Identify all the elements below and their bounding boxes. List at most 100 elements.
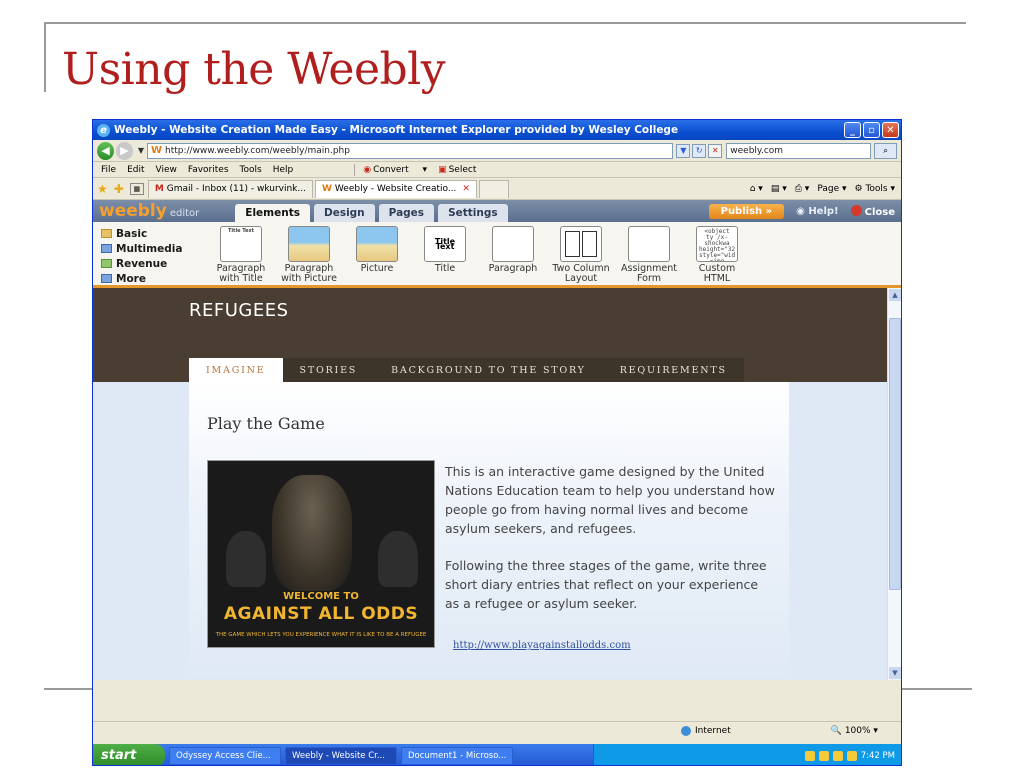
start-button[interactable]: start xyxy=(93,744,165,765)
close-circle-icon xyxy=(850,204,862,216)
category-basic[interactable]: Basic xyxy=(101,226,211,241)
element-two-column-layout[interactable]: Two Column Layout xyxy=(551,226,611,285)
game-link[interactable]: http://www.playagainstallodds.com xyxy=(453,640,631,651)
menu-file[interactable]: File xyxy=(101,165,116,175)
forward-button[interactable]: ▶ xyxy=(115,141,133,160)
wolf-illustration xyxy=(378,531,418,587)
taskbar-item-weebly[interactable]: Weebly - Website Cr... xyxy=(285,746,397,765)
menu-edit[interactable]: Edit xyxy=(127,165,144,175)
game-image[interactable]: WELCOME TO AGAINST ALL ODDS THE GAME WHI… xyxy=(207,460,435,648)
maximize-icon[interactable]: ▫ xyxy=(863,122,880,138)
tab-weebly[interactable]: W Weebly - Website Creatio... ✕ xyxy=(314,179,477,198)
close-tab-icon[interactable]: ✕ xyxy=(462,184,470,194)
tab-gmail[interactable]: M Gmail - Inbox (11) - wkurvink... xyxy=(147,179,313,198)
site-title[interactable]: REFUGEES xyxy=(189,300,289,321)
print-icon[interactable]: ⎙ ▾ xyxy=(795,184,810,194)
tools-menu[interactable]: ⚙ Tools ▾ xyxy=(855,184,896,194)
menu-bar: File Edit View Favorites Tools Help ◉ Con… xyxy=(93,162,901,178)
element-picture[interactable]: Picture xyxy=(347,226,407,285)
site-header: REFUGEES IMAGINE STORIES BACKGROUND TO T… xyxy=(93,288,901,382)
search-icon[interactable]: ⌕ xyxy=(874,142,898,159)
element-paragraph-with-title[interactable]: Title Text Paragraph with Title xyxy=(211,226,271,285)
scrollbar-thumb[interactable] xyxy=(889,318,901,590)
site-nav-stories[interactable]: STORIES xyxy=(282,358,375,382)
folder-icon xyxy=(101,274,112,283)
convert-button[interactable]: ◉ Convert ▾ xyxy=(363,165,427,175)
element-assignment-form[interactable]: Assignment Form xyxy=(619,226,679,285)
page-menu[interactable]: Page ▾ xyxy=(817,184,846,194)
slide-title: Using the Weebly xyxy=(62,44,446,95)
taskbar-item-odyssey[interactable]: Odyssey Access Clie... xyxy=(169,746,281,765)
refresh-icon[interactable]: ↻ xyxy=(692,143,707,158)
history-dropdown-icon[interactable]: ▼ xyxy=(138,146,144,155)
element-paragraph-with-picture[interactable]: Paragraph with Picture xyxy=(279,226,339,285)
close-editor-button[interactable]: Close xyxy=(850,204,895,218)
feeds-icon[interactable]: ▤ ▾ xyxy=(771,184,787,194)
element-title[interactable]: Title Text Title xyxy=(415,226,475,285)
browser-window: e Weebly - Website Creation Made Easy - … xyxy=(92,119,902,766)
site-navigation: IMAGINE STORIES BACKGROUND TO THE STORY … xyxy=(189,358,744,382)
scroll-down-icon[interactable]: ▼ xyxy=(889,667,901,679)
tray-icon[interactable] xyxy=(804,750,815,761)
tab-pages[interactable]: Pages xyxy=(378,204,435,222)
category-revenue[interactable]: Revenue xyxy=(101,256,211,271)
tray-icon[interactable] xyxy=(846,750,857,761)
tray-icon[interactable] xyxy=(818,750,829,761)
tab-weebly-label: Weebly - Website Creatio... xyxy=(334,184,457,194)
folder-icon xyxy=(101,259,112,268)
slide-bottom-rule-right xyxy=(900,688,972,690)
instructions-paragraph[interactable]: Following the three stages of the game, … xyxy=(445,556,775,613)
tab-elements[interactable]: Elements xyxy=(235,204,310,222)
site-nav-imagine[interactable]: IMAGINE xyxy=(189,358,283,382)
address-dropdown-icon[interactable]: ▼ xyxy=(676,143,691,158)
menu-tools[interactable]: Tools xyxy=(240,165,262,175)
publish-button[interactable]: Publish » xyxy=(708,203,785,219)
element-custom-html[interactable]: <object ty /x-shockwa height="32 style="… xyxy=(687,226,747,285)
slide-top-rule xyxy=(44,22,966,24)
elements-palette: Basic Multimedia Revenue More Title Text… xyxy=(93,222,901,288)
address-input[interactable]: W http://www.weebly.com/weebly/main.php xyxy=(146,142,674,159)
wolf-illustration xyxy=(226,531,266,587)
site-nav-requirements[interactable]: REQUIREMENTS xyxy=(602,358,744,382)
element-paragraph[interactable]: Paragraph xyxy=(483,226,543,285)
close-window-icon[interactable]: ✕ xyxy=(882,122,899,138)
add-favorite-icon[interactable]: ✚ xyxy=(114,182,124,196)
category-more[interactable]: More xyxy=(101,271,211,286)
help-icon: ◉ xyxy=(796,205,805,217)
stop-icon[interactable]: ✕ xyxy=(708,143,723,158)
new-tab-button[interactable] xyxy=(478,179,509,198)
minimize-icon[interactable]: _ xyxy=(844,122,861,138)
description-paragraph[interactable]: This is an interactive game designed by … xyxy=(445,462,775,538)
vertical-scrollbar[interactable]: ▲ ▼ xyxy=(887,288,901,680)
home-icon[interactable]: ⌂ ▾ xyxy=(750,184,763,194)
menu-help[interactable]: Help xyxy=(273,165,294,175)
site-nav-background[interactable]: BACKGROUND TO THE STORY xyxy=(374,358,603,382)
quick-tabs-icon[interactable]: ▦ xyxy=(129,182,144,195)
search-input[interactable]: weebly.com xyxy=(726,142,872,159)
weebly-logo: weebly editor xyxy=(99,201,200,221)
element-thumb xyxy=(560,226,602,262)
menu-favorites[interactable]: Favorites xyxy=(188,165,229,175)
select-button[interactable]: ▣ Select xyxy=(438,165,487,175)
category-multimedia[interactable]: Multimedia xyxy=(101,241,211,256)
tab-design[interactable]: Design xyxy=(313,204,375,222)
scroll-up-icon[interactable]: ▲ xyxy=(889,289,901,301)
address-value: http://www.weebly.com/weebly/main.php xyxy=(165,145,350,156)
zoom-control[interactable]: 🔍 100% ▾ xyxy=(831,726,878,736)
clock[interactable]: 7:42 PM xyxy=(861,751,895,761)
back-button[interactable]: ◀ xyxy=(97,141,114,160)
taskbar-item-document[interactable]: Document1 - Microso... xyxy=(401,746,513,765)
pdf-convert-icon: ◉ xyxy=(363,164,372,175)
select-icon: ▣ xyxy=(438,164,447,175)
content-heading[interactable]: Play the Game xyxy=(207,414,325,433)
favorites-star-icon[interactable]: ★ xyxy=(97,182,108,196)
help-button[interactable]: ◉ Help! xyxy=(796,206,839,217)
system-tray: 7:42 PM xyxy=(593,744,901,765)
image-title-text: AGAINST ALL ODDS xyxy=(223,604,419,624)
tab-settings[interactable]: Settings xyxy=(438,204,508,222)
tray-icon[interactable] xyxy=(832,750,843,761)
window-titlebar[interactable]: e Weebly - Website Creation Made Easy - … xyxy=(93,120,901,140)
element-thumb xyxy=(492,226,534,262)
ie-logo-icon: e xyxy=(97,123,110,137)
menu-view[interactable]: View xyxy=(156,165,177,175)
